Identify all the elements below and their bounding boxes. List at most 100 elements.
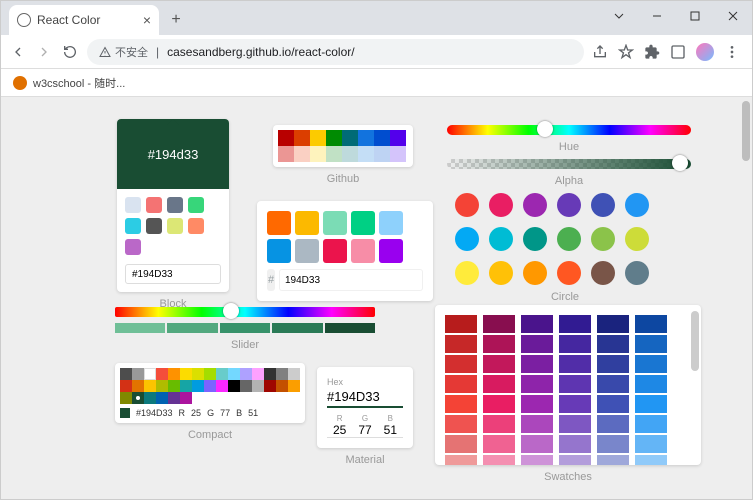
swatches-cell[interactable]: [483, 355, 515, 373]
compact-swatch[interactable]: [144, 368, 156, 380]
swatches-cell[interactable]: [635, 435, 667, 453]
swatches-picker[interactable]: [435, 305, 701, 465]
circle-swatch[interactable]: [557, 193, 581, 217]
block-swatch[interactable]: [125, 197, 141, 213]
star-icon[interactable]: [618, 44, 634, 60]
compact-swatch[interactable]: [216, 368, 228, 380]
slider-handle[interactable]: [223, 303, 239, 319]
swatches-cell[interactable]: [597, 415, 629, 433]
github-swatch[interactable]: [390, 146, 406, 162]
block-swatch[interactable]: [125, 218, 141, 234]
swatches-cell[interactable]: [521, 315, 553, 333]
compact-swatch[interactable]: [264, 368, 276, 380]
compact-picker[interactable]: #194D33 R25 G77 B51: [115, 363, 305, 423]
swatches-cell[interactable]: [635, 315, 667, 333]
account-icon[interactable]: [670, 44, 686, 60]
swatches-cell[interactable]: [559, 415, 591, 433]
compact-swatch[interactable]: [204, 380, 216, 392]
swatches-cell[interactable]: [559, 455, 591, 465]
alpha-handle[interactable]: [672, 155, 688, 171]
swatches-cell[interactable]: [483, 375, 515, 393]
bookmark-item[interactable]: w3cschool - 随时...: [33, 75, 125, 91]
compact-swatch[interactable]: [192, 380, 204, 392]
material-picker[interactable]: Hex #194D33 R25 G77 B51: [317, 367, 413, 448]
github-swatch[interactable]: [326, 130, 342, 146]
circle-swatch[interactable]: [489, 227, 513, 251]
github-swatch[interactable]: [358, 130, 374, 146]
swatches-cell[interactable]: [559, 375, 591, 393]
twitter-swatch[interactable]: [379, 211, 403, 235]
swatches-cell[interactable]: [483, 395, 515, 413]
slider-swatches[interactable]: [115, 323, 375, 333]
swatches-cell[interactable]: [559, 395, 591, 413]
compact-swatch[interactable]: [216, 380, 228, 392]
circle-swatch[interactable]: [625, 227, 649, 251]
compact-swatch[interactable]: [240, 380, 252, 392]
compact-swatch[interactable]: [228, 380, 240, 392]
nav-back-icon[interactable]: [9, 43, 27, 61]
swatches-cell[interactable]: [521, 375, 553, 393]
slider-swatch[interactable]: [220, 323, 270, 333]
github-picker[interactable]: [273, 125, 413, 167]
compact-swatch[interactable]: [204, 368, 216, 380]
browser-tab[interactable]: React Color ×: [9, 5, 159, 35]
swatches-cell[interactable]: [597, 375, 629, 393]
github-swatch[interactable]: [342, 146, 358, 162]
swatches-cell[interactable]: [597, 335, 629, 353]
circle-swatch[interactable]: [455, 193, 479, 217]
swatches-cell[interactable]: [597, 315, 629, 333]
compact-swatch[interactable]: [252, 380, 264, 392]
twitter-swatch[interactable]: [379, 239, 403, 263]
swatches-scrollbar[interactable]: [691, 311, 699, 371]
swatches-cell[interactable]: [483, 435, 515, 453]
swatches-cell[interactable]: [597, 355, 629, 373]
compact-swatch[interactable]: [156, 368, 168, 380]
swatches-cell[interactable]: [445, 455, 477, 465]
swatches-cell[interactable]: [521, 355, 553, 373]
compact-swatch[interactable]: [180, 368, 192, 380]
compact-swatch[interactable]: [132, 392, 144, 404]
swatches-cell[interactable]: [635, 355, 667, 373]
circle-swatch[interactable]: [591, 227, 615, 251]
swatches-cell[interactable]: [445, 395, 477, 413]
compact-swatch[interactable]: [180, 392, 192, 404]
compact-swatch[interactable]: [144, 392, 156, 404]
window-minimize-icon[interactable]: [638, 1, 676, 31]
twitter-swatch[interactable]: [351, 211, 375, 235]
swatches-cell[interactable]: [521, 455, 553, 465]
swatches-cell[interactable]: [635, 455, 667, 465]
material-hex-input[interactable]: #194D33: [327, 387, 403, 408]
swatches-cell[interactable]: [521, 335, 553, 353]
block-swatch[interactable]: [125, 239, 141, 255]
github-swatch[interactable]: [358, 146, 374, 162]
compact-swatch[interactable]: [276, 368, 288, 380]
circle-swatch[interactable]: [455, 227, 479, 251]
compact-swatch[interactable]: [156, 380, 168, 392]
block-swatch[interactable]: [167, 218, 183, 234]
swatches-cell[interactable]: [597, 435, 629, 453]
profile-avatar[interactable]: [696, 43, 714, 61]
material-g-input[interactable]: 77: [352, 423, 377, 438]
compact-swatch[interactable]: [132, 368, 144, 380]
window-close-icon[interactable]: [714, 1, 752, 31]
circle-swatch[interactable]: [455, 261, 479, 285]
swatches-cell[interactable]: [521, 415, 553, 433]
alpha-slider[interactable]: [447, 159, 691, 169]
twitter-picker[interactable]: #: [257, 201, 433, 301]
circle-picker[interactable]: [455, 193, 675, 285]
twitter-hex-input[interactable]: [279, 269, 423, 291]
compact-swatch[interactable]: [168, 392, 180, 404]
block-picker[interactable]: .block-head::before{border-bottom-color:…: [117, 119, 229, 292]
compact-swatch[interactable]: [240, 368, 252, 380]
github-swatch[interactable]: [342, 130, 358, 146]
swatches-cell[interactable]: [445, 415, 477, 433]
circle-swatch[interactable]: [523, 227, 547, 251]
slider-hue[interactable]: [115, 307, 375, 317]
menu-icon[interactable]: [724, 44, 740, 60]
swatches-cell[interactable]: [483, 455, 515, 465]
swatches-cell[interactable]: [445, 435, 477, 453]
slider-swatch[interactable]: [325, 323, 375, 333]
tab-close-icon[interactable]: ×: [143, 12, 151, 28]
github-swatch[interactable]: [294, 130, 310, 146]
slider-swatch[interactable]: [115, 323, 165, 333]
